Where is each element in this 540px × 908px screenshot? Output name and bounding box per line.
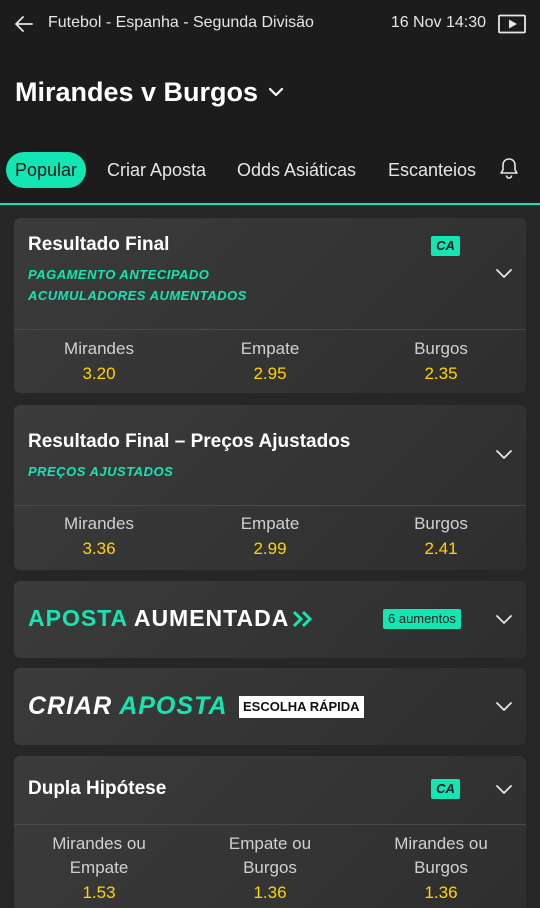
selection-name: Burgos [414, 339, 468, 358]
selection-odds: 2.99 [253, 539, 287, 558]
chevron-down-icon[interactable] [494, 444, 514, 464]
chevron-down-icon[interactable] [494, 263, 514, 283]
market-aposta-aumentada[interactable]: APOSTA AUMENTADA 6 aumentos [14, 581, 526, 658]
aposta-aumentada-logo: APOSTA AUMENTADA [28, 605, 289, 632]
video-icon[interactable] [498, 14, 526, 34]
selection-name-line1: Mirandes ou [394, 834, 488, 853]
selection-name: Mirandes [64, 514, 134, 533]
tab-popular[interactable]: Popular [6, 152, 87, 188]
market-title[interactable]: Resultado Final [28, 234, 169, 256]
selection-name: Burgos [414, 514, 468, 533]
double-chevron-right-icon [292, 610, 313, 628]
selection-mirandes[interactable]: Mirandes 3.20 [14, 337, 184, 387]
tabs-divider [0, 203, 540, 205]
aposta-word: APOSTA [119, 692, 228, 720]
chevron-down-icon[interactable] [494, 609, 514, 629]
selection-mirandes[interactable]: Mirandes 3.36 [14, 512, 184, 562]
selection-name-line1: Empate ou [228, 834, 312, 853]
back-arrow-icon[interactable] [12, 12, 36, 36]
tab-odds-asiaticas[interactable]: Odds Asiáticas [237, 152, 356, 188]
selection-mirandes-ou-empate[interactable]: Mirandes ou Empate 1.53 [14, 832, 184, 906]
criar-word: CRIAR [28, 692, 113, 720]
selection-odds: 2.41 [424, 539, 458, 558]
divider [14, 329, 526, 330]
boost-word-aumentada: AUMENTADA [133, 605, 290, 631]
chevron-down-icon[interactable] [494, 779, 514, 799]
selection-name-line2: Burgos [243, 858, 297, 877]
selection-odds: 2.95 [253, 364, 287, 383]
ca-badge: CA [431, 236, 460, 256]
market-title[interactable]: Resultado Final – Preços Ajustados [28, 431, 350, 453]
market-criar-aposta[interactable]: CRIAR APOSTA ESCOLHA RÁPIDA [14, 668, 526, 745]
selection-empate[interactable]: Empate 2.95 [185, 337, 355, 387]
selection-empate[interactable]: Empate 2.99 [185, 512, 355, 562]
selection-name-line1: Mirandes ou [52, 834, 146, 853]
breadcrumb[interactable]: Futebol - Espanha - Segunda Divisão [48, 14, 314, 32]
escolha-rapida-badge: ESCOLHA RÁPIDA [239, 696, 364, 718]
promo-acumuladores-aumentados: ACUMULADORES AUMENTADOS [28, 288, 247, 303]
market-title[interactable]: Dupla Hipótese [28, 778, 166, 800]
market-precos-ajustados: Resultado Final – Preços Ajustados PREÇO… [14, 405, 526, 570]
selection-odds: 2.35 [424, 364, 458, 383]
selection-empate-ou-burgos[interactable]: Empate ou Burgos 1.36 [185, 832, 355, 906]
promo-pagamento-antecipado: PAGAMENTO ANTECIPADO [28, 267, 210, 282]
match-datetime: 16 Nov 14:30 [390, 14, 486, 31]
match-title: Mirandes v Burgos [15, 76, 259, 107]
boost-word-aposta: APOSTA [28, 605, 128, 631]
selection-odds: 1.53 [82, 883, 116, 902]
selection-burgos[interactable]: Burgos 2.35 [356, 337, 526, 387]
ca-badge: CA [431, 779, 460, 799]
criar-aposta-logo: CRIAR APOSTA [28, 692, 228, 721]
chevron-down-icon [268, 87, 284, 97]
bell-icon[interactable] [498, 156, 520, 180]
selection-name: Empate [240, 514, 300, 533]
market-dupla-hipotese: Dupla Hipótese CA Mirandes ou Empate 1.5… [14, 756, 526, 908]
selection-odds: 1.36 [253, 883, 287, 902]
selection-mirandes-ou-burgos[interactable]: Mirandes ou Burgos 1.36 [356, 832, 526, 906]
selection-odds: 1.36 [424, 883, 458, 902]
chevron-down-icon[interactable] [494, 696, 514, 716]
tab-criar-aposta[interactable]: Criar Aposta [107, 152, 206, 188]
market-tabs: Popular Criar Aposta Odds Asiáticas Esca… [0, 150, 540, 192]
match-header: Futebol - Espanha - Segunda Divisão 16 N… [0, 0, 540, 205]
selection-name: Mirandes [64, 339, 134, 358]
selection-odds: 3.20 [82, 364, 116, 383]
selection-odds: 3.36 [82, 539, 116, 558]
boost-count-badge: 6 aumentos [383, 609, 461, 629]
top-bar: Futebol - Espanha - Segunda Divisão 16 N… [0, 0, 540, 48]
selection-name-line2: Burgos [414, 858, 468, 877]
tab-escanteios[interactable]: Escanteios [388, 152, 476, 188]
match-selector[interactable]: Mirandes v Burgos [15, 74, 286, 110]
selection-name-line2: Empate [69, 858, 129, 877]
promo-precos-ajustados: PREÇOS AJUSTADOS [28, 464, 174, 479]
selection-name: Empate [240, 339, 300, 358]
divider [14, 505, 526, 506]
selection-burgos[interactable]: Burgos 2.41 [356, 512, 526, 562]
divider [14, 824, 526, 825]
market-resultado-final: Resultado Final CA PAGAMENTO ANTECIPADO … [14, 218, 526, 393]
